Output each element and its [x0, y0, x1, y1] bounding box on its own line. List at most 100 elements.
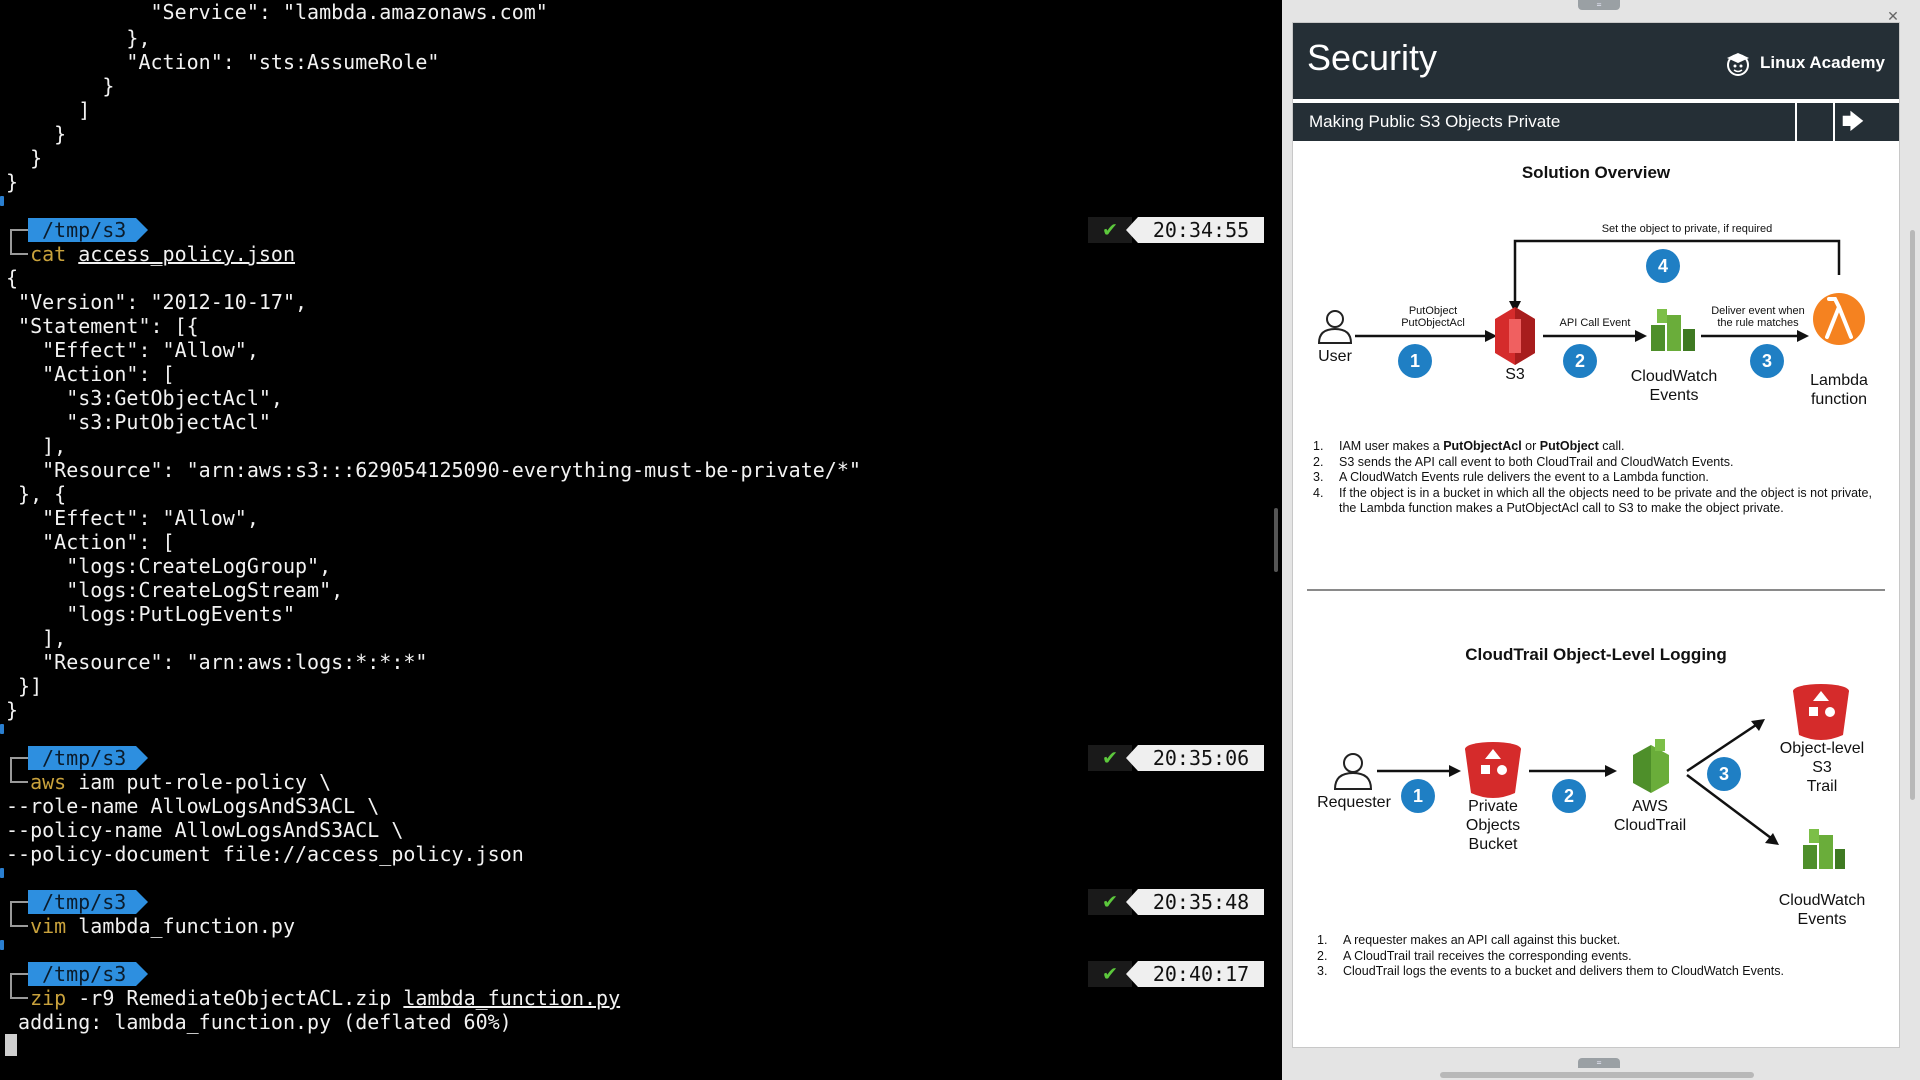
terminal-line: }	[6, 122, 66, 146]
terminal-text: "Version": "2012-10-17",	[6, 290, 308, 314]
terminal-text: "Statement": [{	[6, 314, 199, 338]
prompt-bracket	[10, 973, 28, 999]
terminal-line: }	[6, 698, 18, 722]
note-text: A CloudTrail trail receives the correspo…	[1343, 948, 1632, 963]
step-badge-1: 1	[1401, 779, 1435, 813]
node-cloudwatch: CloudWatch Events	[1630, 368, 1718, 404]
command-timestamp: 20:40:17	[1126, 961, 1264, 987]
requester-icon	[1333, 753, 1373, 790]
note-text: call.	[1598, 439, 1625, 453]
terminal-text: }, {	[6, 482, 67, 506]
terminal-text: --policy-name AllowLogsAndS3ACL \	[6, 818, 404, 842]
note-text: or	[1521, 439, 1540, 453]
terminal-line: }]	[6, 674, 42, 698]
command-name: zip	[30, 986, 67, 1010]
node-object-level-trail: Object-level S3 Trail	[1779, 740, 1865, 795]
terminal-line: },	[6, 26, 150, 50]
node-user: User	[1318, 348, 1352, 365]
terminal-line: ]	[6, 98, 90, 122]
terminal-text: ],	[6, 434, 67, 458]
note-text: CloudTrail logs the events to a bucket a…	[1343, 964, 1784, 978]
note-number: 4.	[1313, 485, 1324, 500]
prompt-bracket	[10, 901, 28, 927]
viewer-horizontal-scrollbar[interactable]	[1440, 1072, 1754, 1078]
terminal-text: "Resource": "arn:aws:logs:*:*:*"	[6, 650, 428, 674]
prompt-bracket	[10, 757, 28, 783]
note-text: If the object is in a bucket in which al…	[1339, 485, 1872, 516]
terminal-text: --policy-document file://access_policy.j…	[6, 842, 524, 866]
node-requester: Requester	[1317, 794, 1391, 811]
terminal-window[interactable]: "Service": "lambda.amazonaws.com" }, "Ac…	[0, 0, 1282, 1080]
terminal-text: "s3:GetObjectAcl",	[6, 386, 283, 410]
terminal-line: "Action": [	[6, 362, 174, 386]
cwd-badge: /tmp/s3	[28, 962, 149, 986]
prompt-status: ✔ 20:35:06	[1088, 745, 1264, 771]
terminal-text: {	[6, 266, 19, 290]
cwd-badge: /tmp/s3	[28, 746, 149, 770]
terminal-text: }	[6, 122, 67, 146]
terminal-text: "Action": "sts:AssumeRole"	[6, 50, 440, 74]
node-aws-cloudtrail: AWS CloudTrail	[1613, 798, 1687, 834]
terminal-text: "logs:CreateLogStream",	[6, 578, 344, 602]
cloudwatch-icon	[1651, 309, 1695, 351]
note-number: 1.	[1317, 933, 1328, 947]
step-badge-1: 1	[1398, 344, 1432, 378]
prompt-status: ✔ 20:40:17	[1088, 961, 1264, 987]
terminal-text: lambda_function.py	[403, 986, 621, 1010]
node-lambda: Lambda function	[1810, 372, 1868, 408]
viewer-bottom-handle[interactable]: =	[1578, 1058, 1620, 1068]
terminal-text: "Service": "lambda.amazonaws.com"	[6, 0, 548, 24]
terminal-line: "Effect": "Allow",	[6, 506, 259, 530]
note-item: 3. A CloudWatch Events rule delivers the …	[1313, 470, 1873, 486]
terminal-text: --role-name AllowLogsAndS3ACL \	[6, 794, 380, 818]
terminal-line: ],	[6, 434, 66, 458]
viewer-top-handle[interactable]: =	[1578, 0, 1620, 10]
terminal-line: cat access_policy.json	[6, 242, 295, 266]
viewer-vertical-scrollbar[interactable]	[1910, 230, 1915, 800]
terminal-text: }]	[6, 674, 43, 698]
terminal-scrollbar[interactable]	[1274, 508, 1278, 572]
terminal-line: --policy-document file://access_policy.j…	[6, 842, 524, 866]
terminal-line: "Resource": "arn:aws:logs:*:*:*"	[6, 650, 427, 674]
prompt-marker	[0, 868, 4, 878]
slide-viewer-panel: = ✕ Security Linux Academy Making Public…	[1282, 0, 1920, 1080]
terminal-line: }, {	[6, 482, 66, 506]
terminal-text: "logs:PutLogEvents"	[6, 602, 295, 626]
cwd-badge: /tmp/s3	[28, 890, 149, 914]
note-item: 1. A requester makes an API call against …	[1317, 933, 1877, 949]
terminal-text: "Resource": "arn:aws:s3:::629054125090-e…	[6, 458, 861, 482]
note-item: 4. If the object is in a bucket in which …	[1313, 486, 1873, 517]
section-divider	[1307, 589, 1885, 591]
terminal-line: {	[6, 266, 18, 290]
terminal-line: "s3:GetObjectAcl",	[6, 386, 283, 410]
loop-caption: Set the object to private, if required	[1601, 223, 1773, 235]
note-number: 3.	[1313, 470, 1324, 484]
edge-label-api-call: API Call Event	[1559, 317, 1631, 329]
prompt-status: ✔ 20:35:48	[1088, 889, 1264, 915]
command-timestamp: 20:35:48	[1126, 889, 1264, 915]
terminal-text: }	[6, 146, 43, 170]
prompt-marker	[0, 940, 4, 950]
terminal-line: }	[6, 170, 18, 194]
terminal-line: "Action": [	[6, 530, 174, 554]
terminal-line: "logs:CreateLogGroup",	[6, 554, 331, 578]
note-item: 2. A CloudTrail trail receives the corres…	[1317, 949, 1877, 965]
terminal-line: "Action": "sts:AssumeRole"	[6, 50, 439, 74]
terminal-text: ],	[6, 626, 67, 650]
terminal-line: zip -r9 RemediateObjectACL.zip lambda_fu…	[6, 986, 620, 1010]
user-icon	[1317, 310, 1353, 344]
terminal-line: "Resource": "arn:aws:s3:::629054125090-e…	[6, 458, 861, 482]
s3-bucket-icon	[1495, 307, 1535, 365]
terminal-line: vim lambda_function.py	[6, 914, 295, 938]
terminal-line: "Effect": "Allow",	[6, 338, 259, 362]
terminal-cursor	[5, 1034, 17, 1056]
terminal-line: }	[6, 146, 42, 170]
private-bucket-icon	[1465, 742, 1521, 798]
terminal-line: --policy-name AllowLogsAndS3ACL \	[6, 818, 403, 842]
cloudtrail-notes: 1. A requester makes an API call against …	[1317, 933, 1877, 980]
terminal-text: adding: lambda_function.py (deflated 60%…	[6, 1010, 512, 1034]
prompt-status: ✔ 20:34:55	[1088, 217, 1264, 243]
prompt-marker	[0, 724, 4, 734]
node-s3: S3	[1505, 366, 1525, 383]
step-badge-2: 2	[1563, 344, 1597, 378]
